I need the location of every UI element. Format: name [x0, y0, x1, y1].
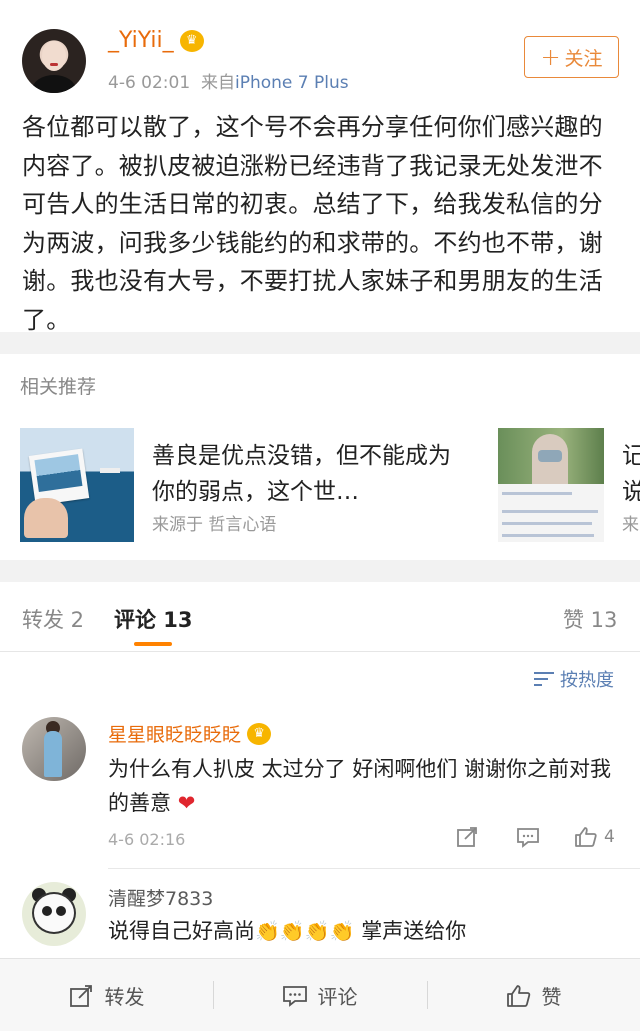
comment-1-author-name[interactable]: 星星眼眨眨眨眨 — [108, 720, 241, 747]
repost-icon — [69, 984, 92, 1007]
section-divider — [0, 332, 640, 354]
post-meta: 4-6 02:01 来自iPhone 7 Plus — [108, 68, 349, 93]
thumb-text-line — [502, 510, 598, 513]
repost-icon — [457, 827, 477, 847]
comment-2-text: 说得自己好高尚👏👏👏👏 掌声送给你 — [108, 914, 623, 948]
comment-2-avatar[interactable] — [22, 882, 86, 946]
bottom-comment-label: 评论 — [317, 985, 358, 1009]
weibo-post: _YiYii_ ♛ 4-6 02:01 来自iPhone 7 Plus + 关注… — [0, 0, 640, 334]
face-mask-shape — [538, 450, 562, 462]
clapping-hands-emoji: 👏👏👏👏 — [255, 919, 355, 943]
post-author-avatar[interactable] — [22, 29, 86, 93]
comment-1-like-count: 4 — [604, 827, 615, 847]
rec-card-2-title[interactable]: 记说 — [622, 438, 640, 510]
avatar-dress — [44, 731, 62, 777]
bottom-like-label: 赞 — [541, 985, 562, 1009]
follow-button[interactable]: + 关注 — [524, 36, 619, 78]
comment-2-body: 说得自己好高尚 — [108, 919, 255, 943]
avatar-eye — [42, 906, 52, 916]
thumb-text-line — [502, 534, 594, 537]
rec-card-1-source: 来源于 哲言心语 — [152, 515, 277, 535]
sort-by-hot-button[interactable]: 按热度 — [534, 666, 614, 692]
plus-icon: + — [540, 43, 561, 71]
bottom-comment-button[interactable]: 评论 — [213, 959, 426, 1031]
tab-like[interactable]: 赞 13 — [563, 604, 617, 634]
polaroid-photo — [28, 448, 90, 506]
rec-card-1-title[interactable]: 善良是优点没错，但不能成为你的弱点，这个世… — [152, 438, 452, 510]
bottom-action-bar: 转发 评论 赞 — [0, 958, 640, 1031]
active-tab-indicator — [134, 642, 172, 646]
avatar-body — [32, 75, 76, 93]
post-body-text: 各位都可以散了，这个号不会再分享任何你们感兴趣的内容了。被扒皮被迫涨粉已经违背了… — [22, 113, 603, 334]
comment-divider — [108, 868, 640, 869]
comment-1-like-button[interactable]: 4 — [574, 826, 615, 848]
comment-1-reply-button[interactable] — [516, 826, 540, 848]
comment-1-time: 4-6 02:16 — [108, 830, 186, 849]
post-source-prefix: 来自 — [200, 73, 235, 93]
comment-icon — [517, 828, 539, 848]
comment-1-text: 为什么有人扒皮 太过分了 好闲啊他们 谢谢你之前对我的善意 ❤ — [108, 752, 623, 820]
rec-card-2-source: 来 — [622, 515, 639, 535]
avatar-lips — [50, 63, 58, 66]
post-author-name[interactable]: _YiYii_ ♛ — [108, 28, 204, 53]
post-source[interactable]: iPhone 7 Plus — [235, 73, 349, 93]
rec-thumbnail-2[interactable] — [498, 428, 604, 542]
section-divider — [0, 560, 640, 582]
panda-face — [32, 892, 76, 934]
comment-icon — [282, 985, 307, 1007]
comment-1-avatar[interactable] — [22, 717, 86, 781]
vip-crown-icon: ♛ — [179, 29, 204, 52]
comment-1-author[interactable]: 星星眼眨眨眨眨 ♛ — [108, 720, 272, 747]
interaction-tabs: 转发 2 评论 13 赞 13 — [0, 582, 640, 652]
rec-thumbnail-1[interactable] — [20, 428, 134, 542]
comment-1-repost-button[interactable] — [456, 826, 480, 848]
comment-2-author-name[interactable]: 清醒梦7833 — [108, 884, 213, 911]
heart-emoji: ❤ — [177, 791, 196, 815]
tab-comment[interactable]: 评论 13 — [114, 604, 193, 634]
tab-repost[interactable]: 转发 2 — [22, 604, 84, 634]
sort-icon — [534, 671, 554, 687]
thumbs-up-icon — [506, 984, 530, 1007]
hand-shape — [24, 498, 68, 538]
bottom-like-button[interactable]: 赞 — [427, 959, 640, 1031]
post-author-name-text[interactable]: _YiYii_ — [108, 28, 174, 53]
bottom-repost-button[interactable]: 转发 — [0, 959, 213, 1031]
boat-shape — [100, 468, 120, 473]
thumb-text-line — [502, 522, 592, 525]
avatar-face — [42, 41, 66, 71]
sort-label: 按热度 — [560, 670, 614, 691]
thumb-text-line — [502, 492, 572, 495]
vip-crown-icon: ♛ — [247, 722, 272, 745]
post-time: 4-6 02:01 — [108, 73, 191, 93]
rec-section-title: 相关推荐 — [20, 376, 97, 398]
thumbs-up-icon — [575, 827, 597, 847]
comment-2-suffix: 掌声送给你 — [361, 919, 467, 943]
avatar-eye — [56, 906, 66, 916]
bottom-repost-label: 转发 — [104, 985, 145, 1009]
follow-label: 关注 — [564, 47, 603, 70]
